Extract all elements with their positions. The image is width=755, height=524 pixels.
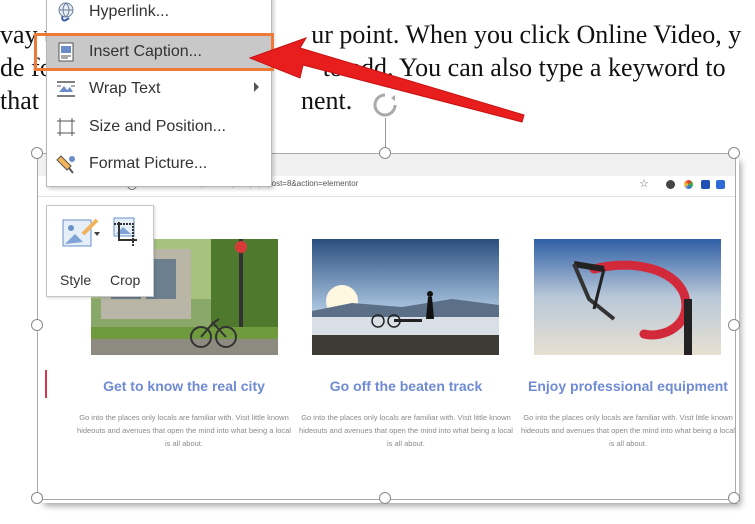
annotation-arrow-icon bbox=[248, 37, 525, 123]
